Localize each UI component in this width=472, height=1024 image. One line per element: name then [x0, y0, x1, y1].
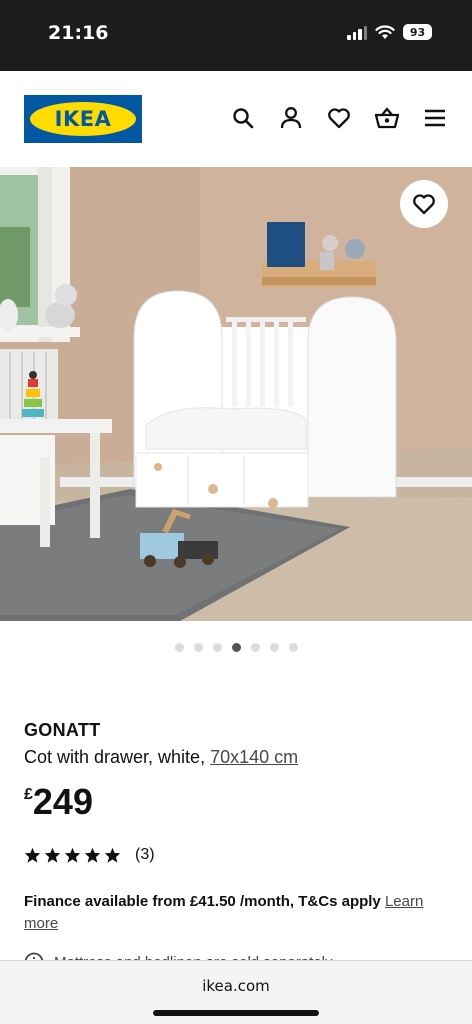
- heart-icon: [413, 194, 435, 215]
- gallery-dot[interactable]: [174, 643, 184, 652]
- star-icon: [24, 847, 41, 863]
- gallery-pagination: [0, 643, 472, 652]
- browser-bottom-bar: ikea.com: [0, 960, 472, 1024]
- gallery-dot[interactable]: [269, 643, 279, 652]
- cellular-signal-icon: [347, 24, 367, 40]
- gallery-dot[interactable]: [212, 643, 222, 652]
- status-time: 21:16: [48, 22, 109, 44]
- add-to-favourites-button[interactable]: [400, 180, 448, 228]
- finance-info: Finance available from £41.50 /month, T&…: [24, 891, 444, 935]
- site-header: IKEA: [0, 71, 472, 167]
- ikea-logo[interactable]: IKEA: [24, 95, 142, 143]
- star-icon: [84, 847, 101, 863]
- user-icon[interactable]: [278, 105, 304, 131]
- size-link[interactable]: 70x140 cm: [210, 747, 298, 767]
- gallery-dot[interactable]: [288, 643, 298, 652]
- product-price: £ 249: [24, 784, 93, 820]
- star-icon: [104, 847, 121, 863]
- star-icon: [44, 847, 61, 863]
- product-rating[interactable]: (3): [24, 846, 155, 864]
- basket-icon[interactable]: [374, 105, 400, 131]
- search-icon[interactable]: [230, 105, 256, 131]
- header-actions: [230, 105, 448, 131]
- rating-stars: [24, 847, 121, 863]
- home-indicator[interactable]: [153, 1010, 319, 1016]
- product-name: GONATT: [24, 720, 101, 740]
- cot-room-illustration: [0, 167, 472, 621]
- price-currency: £: [24, 786, 33, 803]
- logo-text: IKEA: [54, 107, 112, 131]
- heart-icon[interactable]: [326, 105, 352, 131]
- star-icon: [64, 847, 81, 863]
- gallery-dot-active[interactable]: [231, 643, 241, 652]
- gallery-dot[interactable]: [250, 643, 260, 652]
- url-bar[interactable]: ikea.com: [0, 977, 472, 995]
- battery-indicator: 93: [403, 24, 432, 40]
- price-amount: 249: [32, 781, 93, 822]
- finance-text: Finance available from £41.50 /month, T&…: [24, 893, 381, 910]
- product-description: Cot with drawer, white, 70x140 cm: [24, 747, 298, 768]
- wifi-icon: [375, 24, 395, 39]
- product-image[interactable]: [0, 167, 472, 621]
- gallery-dot[interactable]: [193, 643, 203, 652]
- menu-icon[interactable]: [422, 105, 448, 131]
- status-icons: 93: [347, 24, 432, 40]
- status-bar: 21:16 93: [0, 0, 472, 71]
- review-count: (3): [135, 846, 155, 863]
- product-description-text: Cot with drawer, white,: [24, 747, 206, 767]
